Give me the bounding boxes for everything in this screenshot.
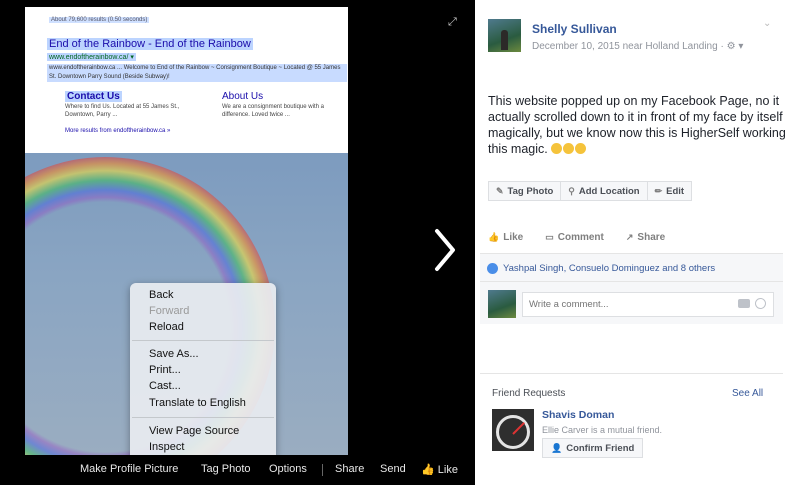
photo-actions-bar: Make Profile Picture Tag Photo Options S… [25,460,470,480]
likers-link[interactable]: Yashpal Singh, Consuelo Dominguez and 8 … [503,263,715,274]
send-link[interactable]: Send [380,463,406,475]
chevron-down-icon[interactable]: ⌄ [763,18,771,29]
avatar[interactable] [488,19,521,52]
emoji-icon [551,143,563,154]
comment-input[interactable] [522,292,774,317]
sitelink-contact-us: Contact Us [65,91,122,102]
next-arrow-icon[interactable] [432,228,458,272]
see-all-link[interactable]: See All [732,388,763,399]
emoji-icon [563,143,575,154]
location-pin-icon: ⚲ [568,185,575,196]
thumbs-up-icon: 👍 [488,231,500,242]
more-results-link: More results from endoftherainbow.ca » [65,128,171,134]
post-text: This website popped up on my Facebook Pa… [488,94,786,156]
smiley-icon[interactable] [755,298,766,309]
search-result-title: End of the Rainbow - End of the Rainbow [47,38,253,50]
like-reaction-icon [487,263,498,274]
menu-translate[interactable]: Translate to English [149,397,246,409]
like-link[interactable]: 👍 Like [421,463,458,476]
add-location-button[interactable]: ⚲ Add Location [560,181,648,201]
confirm-friend-button[interactable]: 👤 Confirm Friend [542,438,644,458]
tag-icon: ✎ [496,185,504,196]
tag-photo-link[interactable]: Tag Photo [201,463,251,475]
like-label: Like [437,464,458,476]
photo-tag-toolbar: ✎ Tag Photo ⚲ Add Location ✏ Edit [488,181,693,201]
share-link[interactable]: Share [335,463,364,475]
menu-save-as[interactable]: Save As... [149,348,199,360]
poster-name[interactable]: Shelly Sullivan [532,22,617,36]
mutual-friend-text: Ellie Carver is a mutual friend. [542,425,663,435]
sitelink-about-us: About Us [222,91,264,102]
avatar [488,290,516,318]
photo-viewer: About 79,600 results (0.50 seconds) End … [0,0,475,485]
photo[interactable]: About 79,600 results (0.50 seconds) End … [25,7,348,455]
post-meta: December 10, 2015 near Holland Landing ·… [532,41,744,52]
search-result-url: www.endoftherainbow.ca/ ▾ [47,53,136,61]
search-stats: About 79,600 results (0.50 seconds) [49,17,150,23]
emoji-icon [575,143,587,154]
menu-inspect[interactable]: Inspect [149,441,184,453]
pencil-icon: ✏ [654,185,663,196]
comment-icon: ▭ [545,231,554,242]
share-icon: ↗ [625,231,634,242]
requester-name[interactable]: Shavis Doman [542,409,614,421]
menu-divider [132,417,274,418]
camera-icon[interactable] [738,299,750,308]
avatar[interactable] [492,409,534,451]
context-menu: Back Forward Reload Save As... Print... … [130,283,276,455]
tag-photo-button[interactable]: ✎ Tag Photo [488,181,562,201]
menu-forward[interactable]: Forward [149,305,189,317]
search-result-description: www.endoftherainbow.ca ... Welcome to En… [47,64,347,82]
menu-cast[interactable]: Cast... [149,380,181,392]
friend-requests-heading: Friend Requests [492,388,566,399]
comment-composer [480,281,783,324]
like-button[interactable]: 👍 Like [488,229,523,245]
friend-requests-box: Friend Requests See All Shavis Doman Ell… [480,373,783,478]
menu-view-source[interactable]: View Page Source [149,425,239,437]
comment-button[interactable]: ▭ Comment [545,229,604,245]
privacy-icon[interactable]: ⚙ ▾ [727,41,744,52]
menu-reload[interactable]: Reload [149,321,184,333]
add-friend-icon: 👤 [551,442,563,453]
menu-divider [132,340,274,341]
menu-back[interactable]: Back [149,289,173,301]
share-button[interactable]: ↗ Share [626,229,665,245]
search-result-screenshot: About 79,600 results (0.50 seconds) End … [25,7,348,153]
likes-summary: Yashpal Singh, Consuelo Dominguez and 8 … [480,253,783,281]
divider [322,464,323,476]
make-profile-picture-link[interactable]: Make Profile Picture [80,463,178,475]
thumbs-up-icon: 👍 [421,464,435,476]
expand-icon[interactable]: ⤢ [448,16,462,30]
menu-print[interactable]: Print... [149,364,181,376]
options-link[interactable]: Options [269,463,307,475]
post-actions: 👍 Like ▭ Comment ↗ Share [488,229,665,245]
edit-button[interactable]: ✏ Edit [646,181,693,201]
sitelink-contact-description: Where to find Us. Located at 55 James St… [65,104,180,118]
sitelink-about-description: We are a consignment boutique with a dif… [222,104,324,118]
post-panel: Shelly Sullivan December 10, 2015 near H… [475,0,794,485]
